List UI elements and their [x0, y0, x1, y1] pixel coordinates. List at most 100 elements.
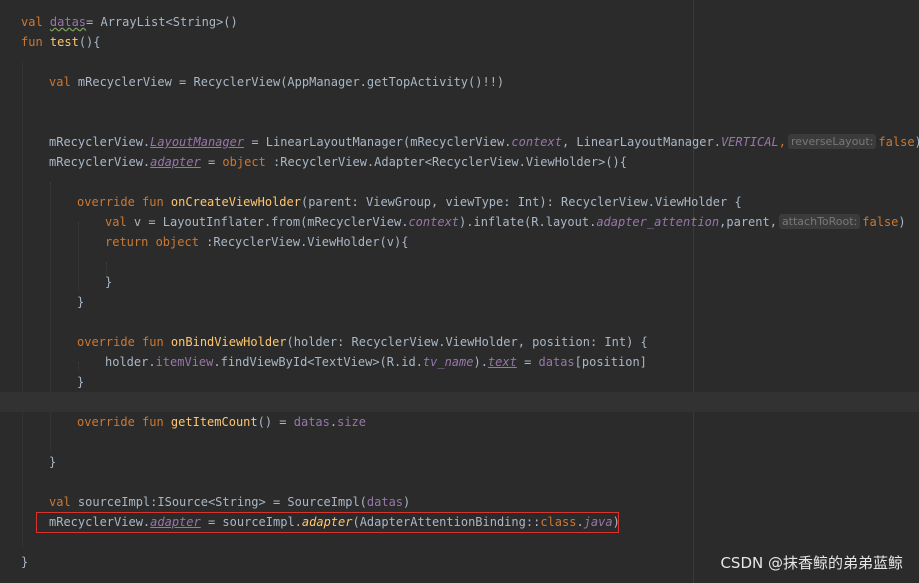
code-token: LayoutManager — [150, 135, 245, 149]
code-token: datas — [293, 415, 330, 429]
code-token: adapter_attention — [596, 215, 720, 229]
code-line[interactable]: val sourceImpl:ISource<String> = SourceI… — [0, 492, 919, 512]
code-token: tv_name — [422, 355, 474, 369]
watermark: CSDN @抹香鲸的弟弟蓝鲸 — [720, 554, 903, 572]
code-token: test — [49, 35, 79, 49]
code-line[interactable]: override fun onBindViewHolder(holder: Re… — [0, 332, 919, 352]
code-token: getItemCount — [170, 415, 258, 429]
code-text: } — [49, 452, 56, 472]
code-line[interactable]: fun test(){ — [0, 32, 919, 52]
code-token: (holder: RecyclerView.ViewHolder, positi… — [286, 335, 648, 349]
code-line[interactable]: mRecyclerView.LayoutManager = LinearLayo… — [0, 132, 919, 152]
code-line[interactable]: holder.itemView.findViewById<TextView>(R… — [0, 352, 919, 372]
code-token: ,parent, — [719, 215, 777, 229]
code-token: holder. — [105, 355, 156, 369]
code-line[interactable]: return object :RecyclerView.ViewHolder(v… — [0, 232, 919, 252]
code-token: val — [105, 215, 134, 229]
code-token: .findViewById<TextView>(R.id. — [213, 355, 423, 369]
code-token: :RecyclerView.ViewHolder(v){ — [206, 235, 409, 249]
code-token: ) — [403, 495, 411, 509]
code-token: sourceImpl:ISource<String> = SourceImpl( — [77, 495, 367, 509]
code-line[interactable]: val datas= ArrayList<String>() — [0, 12, 919, 32]
code-token: } — [77, 295, 85, 309]
code-line[interactable] — [0, 392, 919, 412]
code-text: } — [105, 272, 112, 292]
code-line[interactable]: val v = LayoutInflater.from(mRecyclerVie… — [0, 212, 919, 232]
code-token: adapter — [150, 155, 201, 169]
code-token: , LinearLayoutManager. — [561, 135, 721, 149]
code-text: override fun getItemCount() = datas.size — [77, 412, 366, 432]
code-line[interactable]: mRecyclerView.adapter = object :Recycler… — [0, 152, 919, 172]
code-line[interactable]: override fun onCreateViewHolder(parent: … — [0, 192, 919, 212]
code-token: context — [408, 215, 460, 229]
code-token: mRecyclerView. — [49, 155, 151, 169]
code-token: datas — [49, 15, 87, 29]
code-token: datas — [538, 355, 575, 369]
code-token: } — [21, 555, 29, 569]
code-line[interactable]: } — [0, 272, 919, 292]
code-line[interactable]: override fun getItemCount() = datas.size — [0, 412, 919, 432]
code-text: val mRecyclerView = RecyclerView(AppMana… — [49, 72, 504, 92]
code-token: mRecyclerView. — [49, 135, 151, 149]
code-text: holder.itemView.findViewById<TextView>(R… — [105, 352, 647, 372]
code-line[interactable]: } — [0, 452, 919, 472]
code-token: datas — [366, 495, 404, 509]
code-token: onBindViewHolder — [170, 335, 287, 349]
code-text: mRecyclerView.adapter = object :Recycler… — [49, 152, 627, 172]
code-token: = LinearLayoutManager(mRecyclerView. — [251, 135, 512, 149]
code-token: ). — [473, 355, 488, 369]
code-token: ) — [915, 135, 919, 149]
code-line[interactable]: } — [0, 372, 919, 392]
code-text: mRecyclerView.LayoutManager = LinearLayo… — [49, 132, 919, 152]
code-token: context — [511, 135, 562, 149]
code-token: () = — [257, 415, 294, 429]
code-token: ).inflate(R.layout. — [459, 215, 597, 229]
code-token: val — [49, 75, 78, 89]
code-line[interactable] — [0, 172, 919, 192]
code-text: val v = LayoutInflater.from(mRecyclerVie… — [105, 212, 906, 232]
parameter-hint: reverseLayout: — [787, 134, 877, 149]
code-line[interactable] — [0, 112, 919, 132]
code-token: (){ — [78, 35, 101, 49]
code-line[interactable] — [0, 52, 919, 72]
code-line[interactable] — [0, 312, 919, 332]
code-token: return object — [105, 235, 207, 249]
code-token: [position] — [574, 355, 647, 369]
code-line[interactable] — [0, 432, 919, 452]
code-token: text — [487, 355, 517, 369]
code-token: object — [222, 155, 273, 169]
code-token: false — [878, 135, 915, 149]
code-text: override fun onCreateViewHolder(parent: … — [77, 192, 742, 212]
code-text: } — [77, 372, 84, 392]
code-token: override fun — [77, 415, 171, 429]
code-token: (parent: ViewGroup, viewType: Int): Recy… — [300, 195, 742, 209]
highlighted-code-box — [36, 512, 619, 533]
code-line[interactable] — [0, 92, 919, 112]
code-token: val — [21, 15, 50, 29]
code-token: = — [524, 355, 539, 369]
code-text: } — [21, 552, 28, 572]
code-token: itemView — [155, 355, 214, 369]
parameter-hint: attachToRoot: — [778, 214, 861, 229]
code-line[interactable] — [0, 532, 919, 552]
code-line[interactable] — [0, 252, 919, 272]
code-token: size — [337, 415, 367, 429]
code-line[interactable]: val mRecyclerView = RecyclerView(AppMana… — [0, 72, 919, 92]
code-token: v = LayoutInflater.from(mRecyclerView. — [133, 215, 409, 229]
code-line[interactable] — [0, 472, 919, 492]
code-token: = — [207, 155, 223, 169]
code-text: val sourceImpl:ISource<String> = SourceI… — [49, 492, 410, 512]
code-line[interactable]: } — [0, 292, 919, 312]
code-text: val datas= ArrayList<String>() — [21, 12, 238, 32]
code-token: , — [778, 135, 786, 149]
code-token: fun — [21, 35, 50, 49]
code-text: return object :RecyclerView.ViewHolder(v… — [105, 232, 408, 252]
code-editor[interactable]: val datas= ArrayList<String>() fun test()… — [0, 0, 919, 583]
code-token: } — [77, 375, 85, 389]
code-text: fun test(){ — [21, 32, 101, 52]
code-token: false — [862, 215, 899, 229]
code-token: mRecyclerView = RecyclerView(AppManager.… — [77, 75, 505, 89]
code-text: } — [77, 292, 84, 312]
code-token: val — [49, 495, 78, 509]
code-token: } — [49, 455, 57, 469]
